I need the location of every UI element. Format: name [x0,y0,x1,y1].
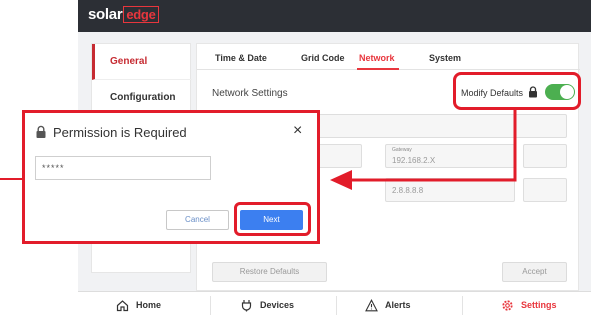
lock-icon [36,125,46,138]
permission-dialog: Permission is Required × ***** Cancel Ne… [22,110,320,244]
highlight-box-next [234,202,311,236]
tab-grid-code[interactable]: Grid Code [301,53,345,63]
solaredge-logo: solar edge [88,6,159,23]
bottom-nav-home[interactable]: Home [116,292,161,318]
password-field[interactable]: ***** [35,156,211,180]
brand-bar: solar edge [78,0,591,32]
bottom-nav-devices[interactable]: Devices [240,292,294,318]
highlight-box-toggle [453,72,581,110]
home-icon [116,300,129,312]
bottom-nav-alerts[interactable]: Alerts [365,292,411,318]
tab-time-date[interactable]: Time & Date [215,53,267,63]
logo-main: solar [88,6,123,23]
bottom-nav-separator [462,296,463,315]
accept-button[interactable]: Accept [502,262,567,282]
tab-bar: Time & Date Grid Code Network System [197,44,580,70]
bottom-nav-settings-label: Settings [521,300,557,310]
section-title: Network Settings [212,88,288,99]
alert-icon [365,299,378,312]
bottom-nav-separator [210,296,211,315]
bottom-nav-alerts-label: Alerts [385,300,411,310]
settings-icon [502,300,513,311]
screenshot-stage: solar edge General Configuration Time & D… [0,0,591,318]
annotation-connector-line [0,178,22,180]
bottom-nav-home-label: Home [136,300,162,310]
bottom-navigation: Home Devices Alerts Settings [78,291,591,318]
tab-network[interactable]: Network [359,53,395,63]
active-tab-indicator [357,68,399,70]
logo-edge: edge [123,6,159,23]
cancel-button[interactable]: Cancel [166,210,229,230]
bottom-nav-separator [336,296,337,315]
bottom-nav-devices-label: Devices [260,300,295,310]
annotation-arrow [330,110,517,190]
restore-defaults-button[interactable]: Restore Defaults [212,262,327,282]
devices-icon [241,300,252,312]
tab-system[interactable]: System [429,53,461,63]
dialog-title: Permission is Required [53,125,187,140]
bottom-nav-settings[interactable]: Settings [501,292,557,318]
close-icon[interactable]: × [293,122,302,140]
sidebar-item-general[interactable]: General [92,44,192,80]
